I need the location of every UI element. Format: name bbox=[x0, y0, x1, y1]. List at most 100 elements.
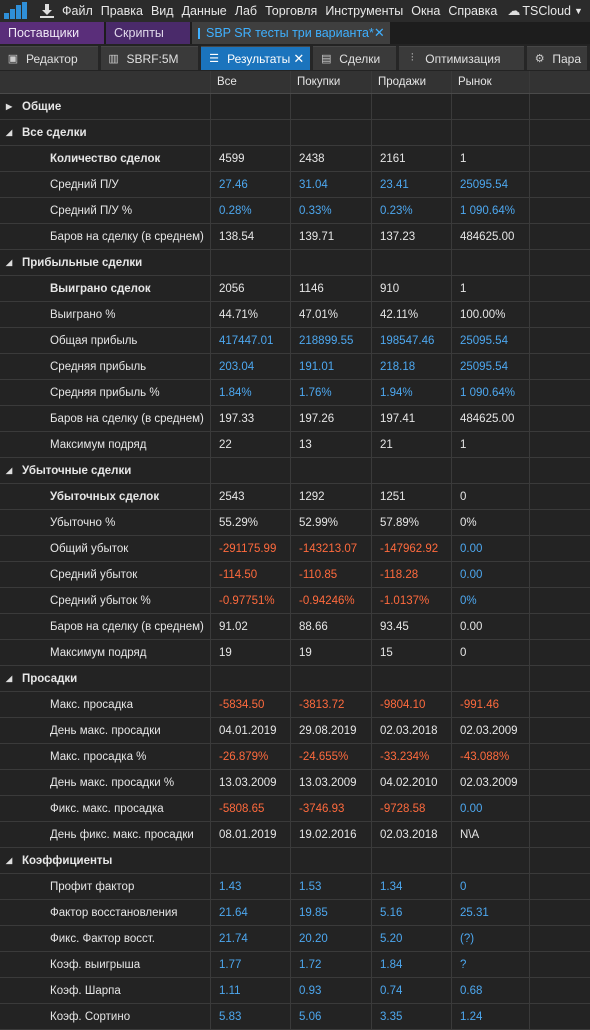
table-row[interactable]: Средний убыток -114.50 -110.85 -118.28 0.00 bbox=[0, 562, 590, 588]
value-cell: 1.94% bbox=[372, 380, 452, 405]
value-cell: 57.89% bbox=[372, 510, 452, 535]
tscloud-menu[interactable]: TSCloud bbox=[522, 4, 571, 18]
triangle-down-icon[interactable]: ◢ bbox=[6, 258, 22, 267]
section-label: Коэффициенты bbox=[22, 854, 113, 867]
empty-cell bbox=[291, 120, 372, 145]
section-row[interactable]: ◢ Все сделки bbox=[0, 120, 590, 146]
value-cell: -0.94246% bbox=[291, 588, 372, 613]
table-row[interactable]: Средний П/У % 0.28% 0.33% 0.23% 1 090.64% bbox=[0, 198, 590, 224]
triangle-down-icon[interactable]: ◢ bbox=[6, 674, 22, 683]
tab-optimization[interactable]: ⫶ Оптимизация bbox=[399, 46, 524, 70]
triangle-down-icon[interactable]: ◢ bbox=[6, 856, 22, 865]
column-header-buys[interactable]: Покупки bbox=[291, 71, 372, 93]
menu-view[interactable]: Вид bbox=[147, 4, 178, 18]
metric-label: День макс. просадки bbox=[0, 718, 211, 743]
table-row[interactable]: Коэф. выигрыша 1.77 1.72 1.84? bbox=[0, 952, 590, 978]
table-row[interactable]: Фикс. Фактор восст. 21.74 20.20 5.20 (?) bbox=[0, 926, 590, 952]
column-header-metric[interactable] bbox=[0, 71, 211, 93]
table-row[interactable]: Фактор восстановления 21.64 19.85 5.16 25.31 bbox=[0, 900, 590, 926]
chevron-down-icon[interactable]: ▼ bbox=[574, 6, 583, 16]
table-row[interactable]: Профит фактор 1.43 1.53 1.34 0 bbox=[0, 874, 590, 900]
section-label: Общие bbox=[22, 100, 62, 113]
table-row[interactable]: Количество сделок 4599 2438 2161 1 bbox=[0, 146, 590, 172]
column-header-all[interactable]: Все bbox=[211, 71, 291, 93]
value-cell: 1.24 bbox=[452, 1004, 530, 1029]
menu-data[interactable]: Данные bbox=[178, 4, 231, 18]
empty-cell bbox=[530, 588, 590, 613]
menu-windows[interactable]: Окна bbox=[407, 4, 444, 18]
menu-bar: Файл Правка Вид Данные Лаб Торговля Инст… bbox=[0, 0, 590, 22]
empty-cell bbox=[530, 640, 590, 665]
value-cell: 0% bbox=[452, 588, 530, 613]
table-row[interactable]: Макс. просадка -5834.50 -3813.72 -9804.10 -9… bbox=[0, 692, 590, 718]
table-row[interactable]: Баров на сделку (в среднем) 197.33 197.26 1… bbox=[0, 406, 590, 432]
tab-trades[interactable]: ▤ Сделки bbox=[313, 46, 397, 70]
section-row[interactable]: ▶ Общие bbox=[0, 94, 590, 120]
tab-sbp-sr-tests[interactable]: SBP SR тесты три варианта* ✕ bbox=[192, 22, 390, 44]
table-row[interactable]: Фикс. макс. просадка -5808.65 -3746.93 -972… bbox=[0, 796, 590, 822]
column-header-market[interactable]: Рынок bbox=[452, 71, 530, 93]
triangle-down-icon[interactable]: ◢ bbox=[6, 466, 22, 475]
empty-cell bbox=[452, 458, 530, 483]
empty-cell bbox=[530, 562, 590, 587]
menu-trading[interactable]: Торговля bbox=[261, 4, 321, 18]
tab-scripts[interactable]: Скрипты bbox=[106, 22, 190, 44]
table-row[interactable]: Баров на сделку (в среднем) 138.54 139.71 1… bbox=[0, 224, 590, 250]
table-row[interactable]: Максимум подряд 19 19 15 0 bbox=[0, 640, 590, 666]
table-row[interactable]: День макс. просадки % 13.03.2009 13.03.200… bbox=[0, 770, 590, 796]
table-row[interactable]: Общий убыток -291175.99 -143213.07 -147962.… bbox=[0, 536, 590, 562]
value-cell: 25095.54 bbox=[452, 172, 530, 197]
document-tabs: Поставщики Скрипты SBP SR тесты три вари… bbox=[0, 22, 590, 44]
table-row[interactable]: Средняя прибыль 203.04 191.01 218.18 25095.5… bbox=[0, 354, 590, 380]
section-row[interactable]: ◢ Прибыльные сделки bbox=[0, 250, 590, 276]
triangle-down-icon[interactable]: ◢ bbox=[6, 128, 22, 137]
value-cell: 191.01 bbox=[291, 354, 372, 379]
empty-cell bbox=[530, 432, 590, 457]
value-cell: -24.655% bbox=[291, 744, 372, 769]
tab-parameters[interactable]: ⚙ Пара bbox=[527, 46, 587, 70]
tab-results[interactable]: ☰ Результаты ✕ bbox=[201, 46, 311, 70]
table-row[interactable]: Убыточно % 55.29% 52.99% 57.89% 0% bbox=[0, 510, 590, 536]
tab-editor[interactable]: ▣ Редактор bbox=[0, 46, 98, 70]
menu-tools[interactable]: Инструменты bbox=[321, 4, 407, 18]
table-row[interactable]: Выиграно % 44.71% 47.01% 42.11% 100.00% bbox=[0, 302, 590, 328]
close-icon[interactable]: ✕ bbox=[374, 25, 385, 41]
value-cell: 0% bbox=[452, 510, 530, 535]
table-row[interactable]: Максимум подряд 22 13 21 1 bbox=[0, 432, 590, 458]
table-row[interactable]: День фикс. макс. просадки 08.01.2019 19.02… bbox=[0, 822, 590, 848]
triangle-right-icon[interactable]: ▶ bbox=[6, 102, 22, 111]
section-row[interactable]: ◢ Коэффициенты bbox=[0, 848, 590, 874]
column-header-sells[interactable]: Продажи bbox=[372, 71, 452, 93]
download-icon[interactable] bbox=[40, 4, 54, 18]
table-row[interactable]: День макс. просадки 04.01.2019 29.08.2019 0… bbox=[0, 718, 590, 744]
tab-chart[interactable]: ▥ SBRF:5M bbox=[100, 46, 199, 70]
table-row[interactable]: Средняя прибыль % 1.84% 1.76% 1.94% 1 090.64… bbox=[0, 380, 590, 406]
table-row[interactable]: Средний П/У 27.46 31.04 23.41 25095.54 bbox=[0, 172, 590, 198]
empty-cell bbox=[372, 94, 452, 119]
menu-file[interactable]: Файл bbox=[58, 4, 97, 18]
section-row[interactable]: ◢ Просадки bbox=[0, 666, 590, 692]
menu-lab[interactable]: Лаб bbox=[231, 4, 261, 18]
section-row[interactable]: ◢ Убыточные сделки bbox=[0, 458, 590, 484]
table-row[interactable]: Общая прибыль 417447.01 218899.55 198547.46… bbox=[0, 328, 590, 354]
table-row[interactable]: Макс. просадка % -26.879% -24.655% -33.234%… bbox=[0, 744, 590, 770]
menu-edit[interactable]: Правка bbox=[97, 4, 147, 18]
value-cell: 02.03.2018 bbox=[372, 718, 452, 743]
empty-cell bbox=[372, 666, 452, 691]
close-icon[interactable]: ✕ bbox=[293, 51, 304, 67]
table-row[interactable]: Коэф. Шарпа 1.11 0.93 0.74 0.68 bbox=[0, 978, 590, 1004]
table-row[interactable]: Баров на сделку (в среднем) 91.02 88.66 93.… bbox=[0, 614, 590, 640]
tab-providers[interactable]: Поставщики bbox=[0, 22, 104, 44]
value-cell: 0.00 bbox=[452, 536, 530, 561]
value-cell: 21 bbox=[372, 432, 452, 457]
empty-cell bbox=[530, 172, 590, 197]
table-row[interactable]: Коэф. Сортино 5.83 5.06 3.35 1.24 bbox=[0, 1004, 590, 1030]
table-row[interactable]: Убыточных сделок 2543 1292 1251 0 bbox=[0, 484, 590, 510]
empty-cell bbox=[530, 146, 590, 171]
empty-cell bbox=[530, 354, 590, 379]
value-cell: -110.85 bbox=[291, 562, 372, 587]
table-row[interactable]: Выиграно сделок 2056 1146 910 1 bbox=[0, 276, 590, 302]
table-row[interactable]: Средний убыток % -0.97751% -0.94246% -1.013… bbox=[0, 588, 590, 614]
menu-help[interactable]: Справка bbox=[444, 4, 501, 18]
value-cell: 5.20 bbox=[372, 926, 452, 951]
